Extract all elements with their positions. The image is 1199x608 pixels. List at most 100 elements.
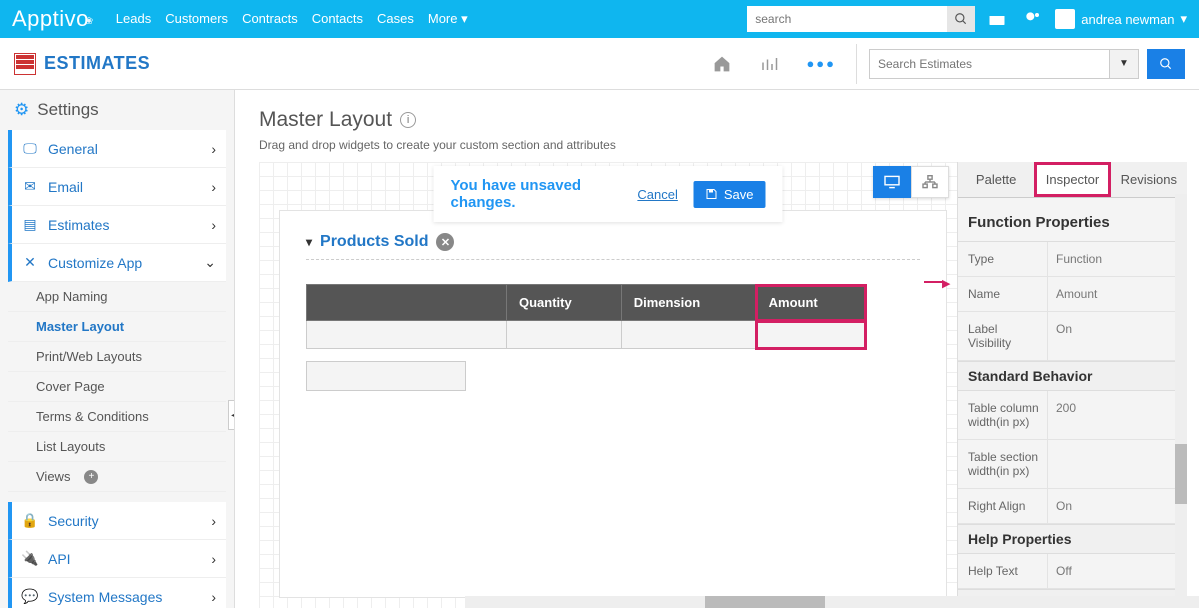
- chevron-right-icon: ›: [211, 589, 216, 605]
- prop-section-width[interactable]: Table section width(in px): [958, 440, 1187, 489]
- app-subbar: ESTIMATES ●●● ▼: [0, 38, 1199, 90]
- mail-icon: ✉: [22, 178, 38, 195]
- table-row[interactable]: [307, 321, 866, 349]
- col-amount[interactable]: Amount: [756, 285, 865, 321]
- search-estimates-dropdown[interactable]: ▼: [1109, 49, 1139, 79]
- notifications-icon[interactable]: [1019, 6, 1047, 32]
- sidebar-item-print-web[interactable]: Print/Web Layouts: [8, 342, 226, 372]
- chart-icon[interactable]: [752, 51, 786, 77]
- save-icon: [706, 188, 718, 200]
- canvas-scrollbar-horizontal[interactable]: [465, 596, 1199, 608]
- inspector-scrollbar[interactable]: [1175, 194, 1187, 608]
- chevron-down-icon: ⌄: [204, 254, 216, 271]
- sidebar-item-master-layout[interactable]: Master Layout: [8, 312, 226, 342]
- inspector-tabs: Palette Inspector Revisions: [958, 162, 1187, 198]
- sidebar-item-terms[interactable]: Terms & Conditions: [8, 402, 226, 432]
- logo[interactable]: Apptivo: [12, 6, 98, 32]
- chevron-right-icon: ›: [211, 217, 216, 233]
- nav-contracts[interactable]: Contracts: [242, 11, 298, 27]
- unsaved-changes-bar: You have unsaved changes. Cancel Save: [434, 166, 783, 222]
- sidebar-item-api[interactable]: 🔌API›: [8, 540, 226, 578]
- prop-name[interactable]: NameAmount: [958, 277, 1187, 312]
- footer-cell[interactable]: [306, 361, 466, 391]
- chevron-down-icon: ▾: [306, 235, 312, 249]
- prop-col-width[interactable]: Table column width(in px)200: [958, 391, 1187, 440]
- sidebar-item-estimates[interactable]: ▤Estimates›: [8, 206, 226, 244]
- inspector-body: Function Properties TypeFunction NameAmo…: [958, 198, 1187, 608]
- sidebar-item-general[interactable]: 🖵General›: [8, 130, 226, 168]
- col-empty[interactable]: [307, 285, 507, 321]
- top-navbar: Apptivo Leads Customers Contracts Contac…: [0, 0, 1199, 38]
- more-dots-icon[interactable]: ●●●: [798, 52, 844, 75]
- prop-type[interactable]: TypeFunction: [958, 242, 1187, 277]
- plug-icon: 🔌: [22, 550, 38, 567]
- lock-icon: 🔒: [22, 512, 38, 529]
- main-area: Master Layout i Drag and drop widgets to…: [235, 90, 1199, 608]
- global-search-button[interactable]: [947, 6, 975, 32]
- prop-right-align[interactable]: Right AlignOn: [958, 489, 1187, 524]
- user-menu[interactable]: andrea newman ▾: [1055, 9, 1187, 29]
- nav-more[interactable]: More ▾: [428, 11, 468, 27]
- prop-help-text[interactable]: Help TextOff: [958, 554, 1187, 589]
- desktop-view-button[interactable]: [873, 166, 911, 198]
- hierarchy-icon: [921, 175, 939, 189]
- calendar-icon[interactable]: [983, 6, 1011, 32]
- section-header[interactable]: ▾ Products Sold ✕: [306, 233, 920, 251]
- gear-icon: ⚙: [14, 100, 29, 120]
- sidebar-item-customize[interactable]: ✕Customize App⌄: [8, 244, 226, 282]
- prop-label-visibility[interactable]: Label VisibilityOn: [958, 312, 1187, 361]
- col-dimension[interactable]: Dimension: [621, 285, 756, 321]
- heading-help-properties: Help Properties: [958, 524, 1187, 554]
- settings-title: ⚙ Settings: [8, 100, 226, 120]
- search-estimates-input[interactable]: [869, 49, 1109, 79]
- chevron-right-icon: ›: [211, 179, 216, 195]
- plus-icon: +: [84, 470, 98, 484]
- page-title: Master Layout i: [259, 108, 1187, 132]
- sidebar-item-app-naming[interactable]: App Naming: [8, 282, 226, 312]
- divider: [306, 259, 920, 260]
- chevron-right-icon: ›: [211, 513, 216, 529]
- home-icon[interactable]: [704, 51, 740, 77]
- divider: [856, 44, 857, 84]
- hierarchy-view-button[interactable]: [911, 166, 949, 198]
- avatar: [1055, 9, 1075, 29]
- nav-cases[interactable]: Cases: [377, 11, 414, 27]
- tab-inspector[interactable]: Inspector: [1034, 162, 1110, 197]
- canvas-frame[interactable]: ▾ Products Sold ✕ Quantity Dimension Amo…: [279, 210, 947, 598]
- remove-section-button[interactable]: ✕: [436, 233, 454, 251]
- sidebar-item-system-messages[interactable]: 💬System Messages›: [8, 578, 226, 608]
- tools-icon: ✕: [22, 254, 38, 271]
- tab-palette[interactable]: Palette: [958, 162, 1034, 197]
- save-button[interactable]: Save: [694, 181, 766, 208]
- cancel-button[interactable]: Cancel: [637, 187, 677, 202]
- nav-leads[interactable]: Leads: [116, 11, 151, 27]
- products-table[interactable]: Quantity Dimension Amount: [306, 284, 866, 349]
- sidebar-item-cover-page[interactable]: Cover Page: [8, 372, 226, 402]
- app-title[interactable]: ESTIMATES: [14, 53, 150, 75]
- monitor-icon: 🖵: [22, 140, 38, 157]
- user-name: andrea newman: [1081, 12, 1174, 27]
- global-search-input[interactable]: [747, 6, 947, 32]
- sidebar-item-email[interactable]: ✉Email›: [8, 168, 226, 206]
- search-estimates-button[interactable]: [1147, 49, 1185, 79]
- tab-revisions[interactable]: Revisions: [1111, 162, 1187, 197]
- search-icon: [1159, 57, 1173, 71]
- info-icon[interactable]: i: [400, 112, 416, 128]
- page-subtitle: Drag and drop widgets to create your cus…: [259, 138, 1187, 152]
- section-title: Products Sold: [320, 233, 428, 251]
- sidebar-item-security[interactable]: 🔒Security›: [8, 502, 226, 540]
- nav-links: Leads Customers Contracts Contacts Cases…: [116, 11, 468, 27]
- unsaved-message: You have unsaved changes.: [451, 177, 622, 211]
- chevron-right-icon: ›: [211, 551, 216, 567]
- nav-customers[interactable]: Customers: [165, 11, 228, 27]
- sidebar-item-list-layouts[interactable]: List Layouts: [8, 432, 226, 462]
- global-search: [747, 6, 975, 32]
- sidebar-item-views[interactable]: Views +: [8, 462, 226, 492]
- layout-canvas: You have unsaved changes. Cancel Save: [259, 162, 957, 608]
- nav-contacts[interactable]: Contacts: [312, 11, 363, 27]
- settings-sidebar: ⚙ Settings 🖵General› ✉Email› ▤Estimates›…: [0, 90, 235, 608]
- collapse-sidebar-handle[interactable]: ◀: [228, 400, 235, 430]
- search-icon: [954, 12, 968, 26]
- col-quantity[interactable]: Quantity: [507, 285, 622, 321]
- list-icon: ▤: [22, 216, 38, 233]
